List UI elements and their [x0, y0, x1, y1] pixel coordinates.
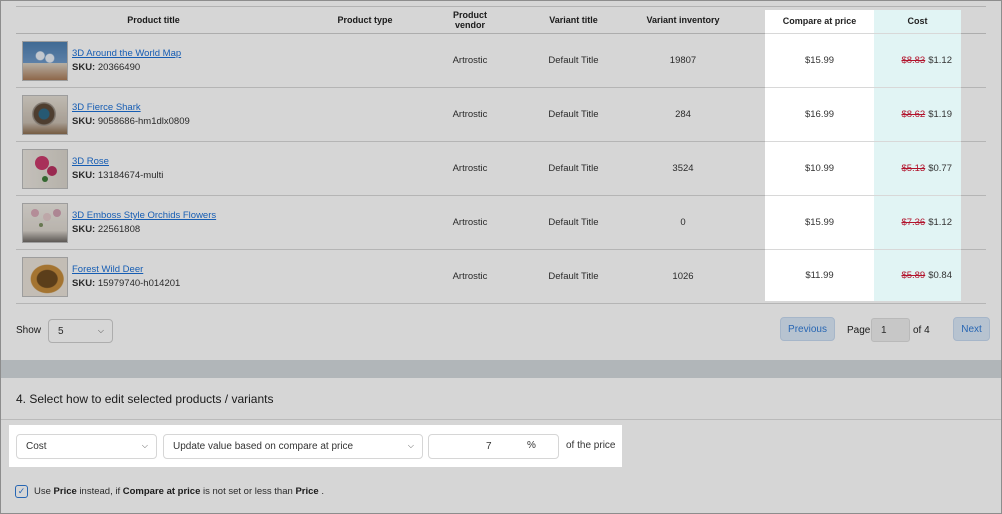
compare-at-price-cell: $15.99	[804, 54, 835, 66]
chevron-down-icon: ⌵	[97, 326, 104, 335]
compare-at-price-cell: $15.99	[804, 216, 835, 228]
product-sku: SKU: 9058686-hm1dlx0809	[72, 116, 190, 127]
compare-at-price-cell: $11.99	[805, 269, 834, 281]
show-label: Show	[16, 325, 42, 336]
next-button[interactable]: Next	[953, 317, 990, 341]
product-title-cell: 3D Emboss Style Orchids Flowers SKU: 225…	[16, 202, 291, 243]
cost-cell: $8.62 $1.19	[874, 87, 961, 141]
product-link[interactable]: 3D Emboss Style Orchids Flowers	[72, 210, 216, 221]
header-product-vendor[interactable]: Product vendor	[439, 10, 501, 30]
product-thumbnail[interactable]	[22, 40, 68, 81]
product-thumbnail[interactable]	[22, 94, 68, 135]
old-cost: $7.36	[901, 216, 926, 228]
update-mode-select[interactable]: Update value based on compare at price ⌵	[163, 434, 423, 459]
new-cost: $1.12	[928, 54, 952, 66]
chevron-down-icon: ⌵	[407, 441, 414, 450]
product-sku: SKU: 13184674-multi	[72, 170, 164, 181]
variant-title-cell: Default Title	[548, 217, 599, 228]
new-cost: $1.19	[928, 108, 952, 120]
old-cost: $8.62	[901, 108, 926, 120]
page-size-value: 5	[58, 325, 64, 337]
variant-title-cell: Default Title	[548, 55, 599, 66]
field-select-value: Cost	[26, 441, 47, 452]
variant-inventory-cell: 0	[680, 217, 686, 228]
variant-inventory-cell: 1026	[672, 271, 694, 282]
product-title-cell: 3D Around the World Map SKU: 20366490	[16, 40, 291, 81]
section-separator	[0, 360, 1002, 378]
product-link[interactable]: Forest Wild Deer	[72, 264, 180, 275]
of-the-price-label: of the price	[566, 440, 616, 451]
percent-value: 7	[486, 441, 492, 452]
cost-column: Cost $8.83 $1.12 $8.62 $1.19 $5.13 $0.77 $7…	[874, 10, 961, 301]
cost-cell: $5.89 $0.84	[874, 249, 961, 301]
page-number-input[interactable]: 1	[871, 318, 910, 342]
variant-inventory-cell: 3524	[672, 163, 694, 174]
variant-inventory-cell: 284	[675, 109, 691, 120]
product-thumbnail[interactable]	[22, 256, 68, 297]
percent-sign: %	[527, 440, 536, 451]
new-cost: $1.12	[928, 216, 952, 228]
compare-at-price-column: Compare at price $15.99 $16.99 $10.99 $1…	[765, 10, 874, 301]
product-sku: SKU: 22561808	[72, 224, 141, 235]
header-product-type[interactable]: Product type	[291, 15, 439, 25]
old-cost: $8.83	[901, 54, 926, 66]
page-size-select[interactable]: 5 ⌵	[48, 319, 113, 343]
compare-at-price-cell: $10.99	[804, 162, 835, 174]
product-title-cell: Forest Wild Deer SKU: 15979740-h014201	[16, 256, 291, 297]
variant-inventory-cell: 19807	[669, 55, 697, 66]
product-link[interactable]: 3D Rose	[72, 156, 163, 167]
cost-cell: $7.36 $1.12	[874, 195, 961, 249]
update-mode-value: Update value based on compare at price	[173, 441, 354, 452]
chevron-down-icon: ⌵	[141, 441, 148, 450]
header-cost[interactable]: Cost	[874, 10, 961, 32]
field-select[interactable]: Cost ⌵	[16, 434, 157, 459]
product-vendor-cell: Artrostic	[452, 55, 488, 66]
new-cost: $0.77	[928, 162, 952, 174]
new-cost: $0.84	[928, 269, 952, 281]
cost-cell: $5.13 $0.77	[874, 141, 961, 195]
variant-title-cell: Default Title	[548, 109, 599, 120]
product-title-cell: 3D Fierce Shark SKU: 9058686-hm1dlx0809	[16, 94, 291, 135]
product-thumbnail[interactable]	[22, 148, 68, 189]
variant-title-cell: Default Title	[548, 163, 599, 174]
product-sku: SKU: 20366490	[72, 62, 141, 73]
variant-title-cell: Default Title	[548, 271, 599, 282]
percent-input[interactable]: 7 %	[428, 434, 559, 459]
use-price-checkbox-label: Use Price instead, if Compare at price i…	[34, 486, 324, 497]
product-vendor-cell: Artrostic	[452, 163, 488, 174]
header-compare-at-price[interactable]: Compare at price	[765, 10, 874, 32]
product-sku: SKU: 15979740-h014201	[72, 278, 181, 289]
old-cost: $5.13	[901, 162, 926, 174]
edit-section-title: 4. Select how to edit selected products …	[16, 392, 274, 406]
product-vendor-cell: Artrostic	[452, 109, 488, 120]
product-title-cell: 3D Rose SKU: 13184674-multi	[16, 148, 291, 189]
compare-at-price-cell: $16.99	[804, 108, 835, 120]
cost-cell: $8.83 $1.12	[874, 33, 961, 87]
page-label: Page	[847, 325, 871, 336]
previous-button[interactable]: Previous	[780, 317, 835, 341]
section-divider	[0, 419, 1002, 420]
use-price-checkbox[interactable]: ✓	[15, 485, 28, 498]
header-variant-title[interactable]: Variant title	[501, 15, 646, 25]
product-link[interactable]: 3D Around the World Map	[72, 48, 181, 59]
old-cost: $5.89	[901, 269, 926, 281]
header-variant-inventory[interactable]: Variant inventory	[646, 15, 720, 25]
check-icon: ✓	[17, 486, 26, 496]
product-vendor-cell: Artrostic	[452, 271, 488, 282]
product-vendor-cell: Artrostic	[452, 217, 488, 228]
product-thumbnail[interactable]	[22, 202, 68, 243]
page-count-label: of 4	[913, 325, 930, 336]
product-link[interactable]: 3D Fierce Shark	[72, 102, 190, 113]
header-product-title[interactable]: Product title	[16, 15, 291, 25]
